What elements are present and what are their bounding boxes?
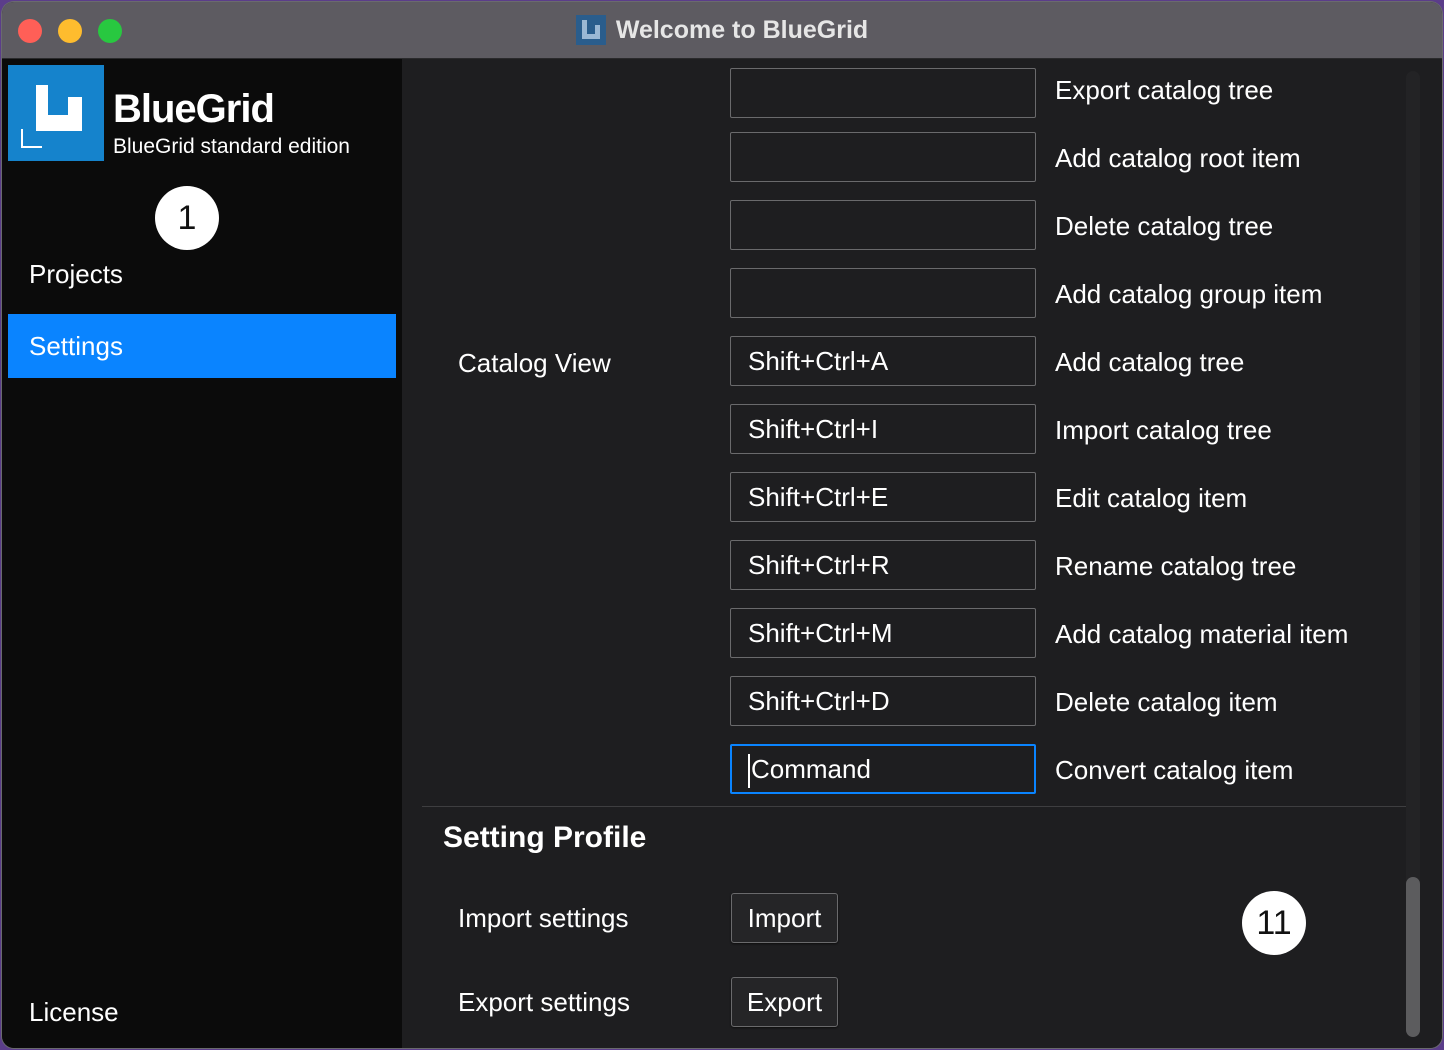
import-settings-label: Import settings (458, 903, 629, 933)
shortcut-action-label: Add catalog material item (1055, 619, 1349, 649)
setting-profile-title: Setting Profile (443, 821, 647, 854)
scrollbar-thumb[interactable] (1406, 877, 1420, 1037)
shortcut-field-import-catalog-tree[interactable]: Shift+Ctrl+I (730, 404, 1036, 454)
shortcut-field-value: Command (751, 754, 871, 784)
step-badge: 1 (155, 186, 219, 250)
export-settings-label: Export settings (458, 987, 630, 1017)
sidebar-item-projects[interactable]: Projects (8, 242, 396, 306)
import-button[interactable]: Import (731, 893, 838, 943)
shortcut-field-add-catalog-root-item[interactable] (730, 132, 1036, 182)
shortcut-action-label: Export catalog tree (1055, 75, 1274, 105)
window-title: Welcome to BlueGrid (615, 15, 869, 44)
shortcut-field-convert-catalog-item[interactable]: Command (730, 744, 1036, 794)
sidebar-item-license[interactable]: License (8, 980, 396, 1044)
section-divider (422, 806, 1408, 807)
bluegrid-logo-icon (8, 65, 104, 161)
shortcut-action-label: Add catalog tree (1055, 347, 1245, 377)
step-badge: 11 (1242, 891, 1306, 955)
shortcut-action-label: Import catalog tree (1055, 415, 1272, 445)
app-window: Welcome to BlueGrid BlueGrid BlueGrid st… (2, 2, 1442, 1048)
shortcut-action-label: Convert catalog item (1055, 755, 1294, 785)
shortcut-field-add-catalog-group-item[interactable] (730, 268, 1036, 318)
shortcut-action-label: Delete catalog item (1055, 687, 1278, 717)
shortcut-field-add-catalog-material-item[interactable]: Shift+Ctrl+M (730, 608, 1036, 658)
shortcut-action-label: Add catalog group item (1055, 279, 1323, 309)
sidebar: BlueGrid BlueGrid standard edition 1 Pro… (2, 59, 402, 1048)
shortcut-field-rename-catalog-tree[interactable]: Shift+Ctrl+R (730, 540, 1036, 590)
shortcut-action-label: Rename catalog tree (1055, 551, 1297, 581)
title-bar: Welcome to BlueGrid (2, 2, 1442, 59)
text-caret (748, 754, 750, 789)
shortcut-action-label: Add catalog root item (1055, 143, 1301, 173)
sidebar-item-settings[interactable]: Settings (8, 314, 396, 378)
shortcut-field-add-catalog-tree[interactable]: Shift+Ctrl+A (730, 336, 1036, 386)
shortcut-action-label: Delete catalog tree (1055, 211, 1274, 241)
catalog-view-label: Catalog View (458, 348, 611, 378)
export-button[interactable]: Export (731, 977, 838, 1027)
shortcut-field-delete-catalog-tree[interactable] (730, 200, 1036, 250)
shortcut-field-export-catalog-tree[interactable] (730, 68, 1036, 118)
app-icon (575, 15, 606, 45)
brand-name: BlueGrid (113, 87, 275, 131)
shortcut-field-edit-catalog-item[interactable]: Shift+Ctrl+E (730, 472, 1036, 522)
shortcut-field-delete-catalog-item[interactable]: Shift+Ctrl+D (730, 676, 1036, 726)
shortcut-action-label: Edit catalog item (1055, 483, 1248, 513)
brand-subtitle: BlueGrid standard edition (113, 135, 350, 158)
settings-panel: Catalog View Export catalog tree Add cat… (402, 59, 1442, 1048)
